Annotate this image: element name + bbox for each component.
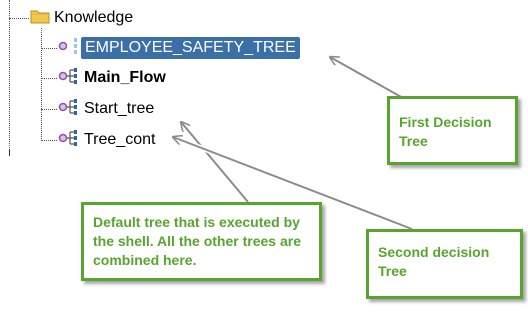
callout-text: Default tree that is executed by the she… xyxy=(93,214,301,268)
callout-default-tree: Default tree that is executed by the she… xyxy=(81,202,322,281)
tree-node-tree-cont[interactable]: Tree_cont xyxy=(58,129,159,151)
tree-guide-connector xyxy=(41,109,57,110)
tree-node-label: Start_tree xyxy=(84,100,155,117)
decision-tree-icon xyxy=(58,129,80,152)
tree-node-label: Tree_cont xyxy=(84,131,156,148)
screenshot-canvas: Knowledge EMPLOYEE_SAFETY_TREE Main_Flow… xyxy=(0,0,528,317)
tree-guide-connector xyxy=(41,48,57,49)
arrow-first-decision xyxy=(330,54,405,101)
decision-tree-icon xyxy=(58,98,80,121)
tree-guide-connector xyxy=(41,78,57,79)
tree-node-knowledge[interactable]: Knowledge xyxy=(30,7,137,29)
tree-node-employee-safety-tree[interactable]: EMPLOYEE_SAFETY_TREE xyxy=(58,37,300,59)
decision-tree-icon xyxy=(58,37,80,60)
tree-guide-tick xyxy=(9,150,10,156)
tree-node-label: Knowledge xyxy=(54,9,134,26)
tree-node-main-flow[interactable]: Main_Flow xyxy=(58,67,170,89)
callout-first-decision-tree: First Decision Tree xyxy=(387,96,518,165)
callout-second-decision-tree: Second decision Tree xyxy=(366,229,523,299)
callout-text: Second decision Tree xyxy=(378,244,490,279)
tree-node-label: EMPLOYEE_SAFETY_TREE xyxy=(81,37,300,59)
tree-guide-line-root xyxy=(9,0,10,152)
arrow-default-tree xyxy=(179,122,250,204)
tree-node-start-tree[interactable]: Start_tree xyxy=(58,98,158,120)
decision-tree-icon xyxy=(58,67,80,90)
tree-guide-connector-root xyxy=(9,18,29,19)
tree-guide-connector xyxy=(41,140,57,141)
tree-node-label: Main_Flow xyxy=(84,69,166,86)
tree-guide-line-children xyxy=(41,28,42,141)
folder-icon xyxy=(30,8,50,29)
callout-text: First Decision Tree xyxy=(399,114,492,149)
